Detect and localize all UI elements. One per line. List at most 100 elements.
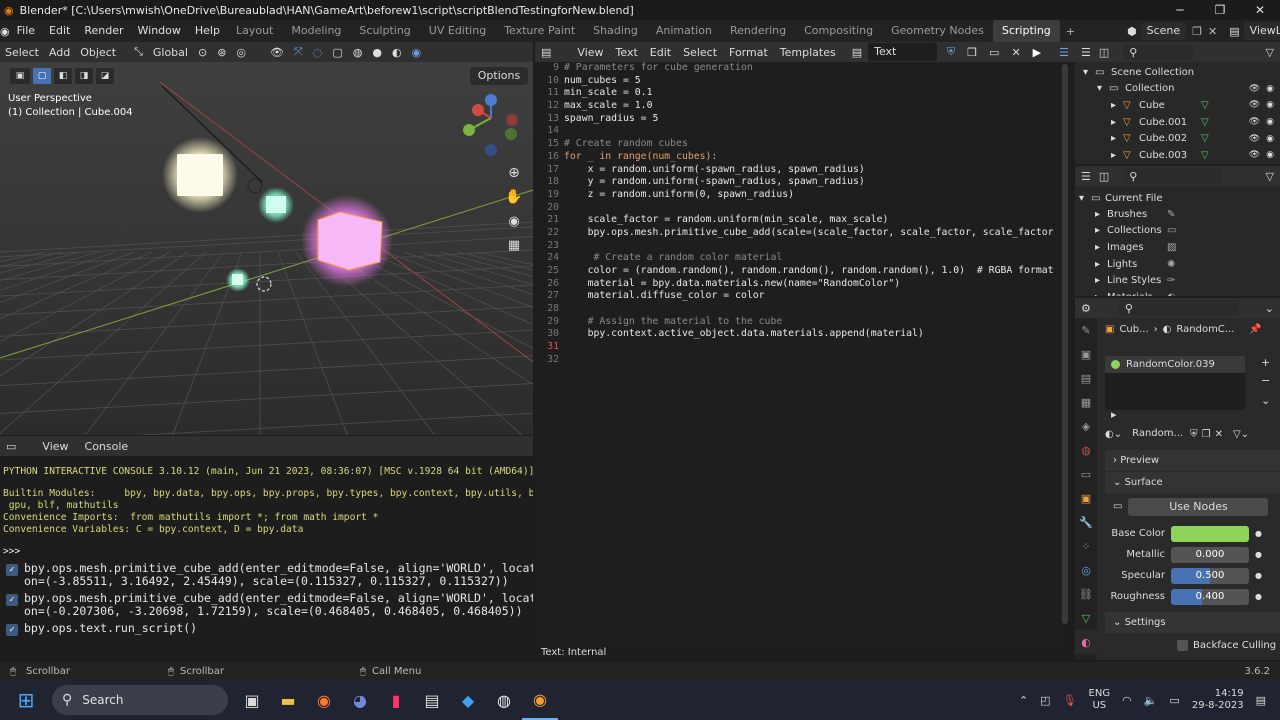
snap-icon[interactable]: ⊛	[212, 46, 231, 59]
chevron-up-icon[interactable]: ⌃	[1019, 694, 1028, 707]
code-line[interactable]: # Create random cubes	[564, 138, 1054, 151]
expand-arrow-icon[interactable]: ▾	[1079, 193, 1091, 204]
node-filter-icon[interactable]: ▽⌄	[1233, 429, 1249, 440]
code-line[interactable]: spawn_radius = 5	[564, 113, 1054, 126]
console-prompt[interactable]: >>>	[0, 546, 533, 558]
new-text-icon[interactable]: ❐	[961, 46, 983, 59]
code-line[interactable]	[564, 202, 1054, 215]
code-line[interactable]: material.diffuse_color = color	[564, 290, 1054, 303]
gizmo-toggle-icon[interactable]: ⤧	[289, 45, 308, 59]
taskbar-search-box[interactable]: ⚲ Search	[52, 685, 228, 715]
transform-orientation-dropdown[interactable]: Global	[148, 46, 193, 59]
tool-tab-icon[interactable]: ✎	[1075, 318, 1097, 342]
outliner-search-field[interactable]: ⚲	[1123, 44, 1194, 60]
console-view-menu[interactable]: View	[22, 440, 78, 453]
world-tab-icon[interactable]: ◍	[1075, 438, 1097, 462]
expand-arrow-icon[interactable]: ▸	[1095, 242, 1107, 253]
tab-sculpting[interactable]: Sculpting	[350, 20, 419, 42]
expand-arrow-icon[interactable]: ▾	[1083, 67, 1095, 78]
blendfile-search-field[interactable]: ⚲	[1123, 168, 1224, 184]
fake-user-shield-icon[interactable]: ⛨	[941, 45, 961, 59]
pin-icon[interactable]: 📌	[1249, 324, 1261, 335]
code-line[interactable]: bpy.ops.mesh.primitive_cube_add(scale=(s…	[564, 227, 1054, 240]
select-box-icon[interactable]: ▢	[33, 68, 51, 84]
mesh-data-icon[interactable]: ▽	[1201, 117, 1209, 128]
outliner-scene-collection[interactable]: ▾ ▭ Scene Collection	[1075, 64, 1280, 81]
collection-tab-icon[interactable]: ▭	[1075, 462, 1097, 486]
tab-geometry-nodes[interactable]: Geometry Nodes	[882, 20, 993, 42]
code-line[interactable]: min_scale = 0.1	[564, 87, 1054, 100]
code-line[interactable]	[564, 354, 1054, 367]
material-browse-icon[interactable]: ◐⌄	[1105, 429, 1122, 440]
pan-hand-icon[interactable]: ✋	[505, 188, 522, 205]
blendfile-item[interactable]: ▸ Brushes ✎	[1075, 206, 1280, 223]
tab-uv-editing[interactable]: UV Editing	[420, 20, 495, 42]
expand-arrow-icon[interactable]: ▸	[1095, 225, 1107, 236]
clock[interactable]: 14:19 29-8-2023	[1192, 688, 1244, 712]
render-camera-icon[interactable]: ◉	[1266, 117, 1274, 127]
code-line[interactable]: x = random.uniform(-spawn_radius, spawn_…	[564, 164, 1054, 177]
line-numbers-toggle-icon[interactable]: ☰	[1053, 46, 1075, 59]
display-mode-icon[interactable]: ◫	[1099, 46, 1109, 59]
text-format-menu[interactable]: Format	[723, 46, 774, 59]
github-icon[interactable]: ◍	[486, 680, 522, 720]
code-line[interactable]	[564, 240, 1054, 253]
material-slot-row[interactable]: RandomColor.039	[1105, 356, 1245, 373]
expand-arrow-icon[interactable]: ▸	[1095, 259, 1107, 270]
visibility-eye-icon[interactable]: 👁	[1249, 150, 1260, 160]
preview-panel-header[interactable]: › Preview	[1105, 450, 1280, 471]
particles-tab-icon[interactable]: ⁘	[1075, 534, 1097, 558]
windows-start-icon[interactable]: ⊞	[0, 680, 52, 720]
text-view-menu[interactable]: View	[571, 46, 609, 59]
minimize-button[interactable]: ─	[1160, 0, 1200, 20]
render-camera-icon[interactable]: ◉	[1266, 150, 1274, 160]
tab-shading[interactable]: Shading	[584, 20, 647, 42]
visibility-eye-icon[interactable]: 👁	[1249, 117, 1260, 127]
object-tab-icon[interactable]: ▣	[1075, 486, 1097, 510]
view-layer-tab-icon[interactable]: ▦	[1075, 390, 1097, 414]
add-menu[interactable]: Add	[44, 46, 75, 59]
blendfile-item[interactable]: ▸ Collections ▭	[1075, 223, 1280, 240]
material-name-field[interactable]: Random...	[1126, 426, 1187, 442]
expand-arrow-icon[interactable]: ▾	[1097, 83, 1109, 94]
camera-icon[interactable]: ◉	[508, 214, 519, 229]
scene-selector[interactable]: Scene	[1140, 22, 1187, 40]
base-color-swatch[interactable]	[1171, 525, 1249, 542]
code-line[interactable]: material = bpy.data.materials.new(name="…	[564, 278, 1054, 291]
render-camera-icon[interactable]: ◉	[1266, 134, 1274, 144]
3d-viewport[interactable]: ⊕ ✋ ◉ ▦ ▣ ▢ ◧ ◨ ◪ Options User Perspecti…	[0, 62, 533, 435]
maximize-button[interactable]: ❐	[1200, 0, 1240, 20]
proportional-edit-icon[interactable]: ◎	[231, 46, 251, 59]
tab-animation[interactable]: Animation	[647, 20, 721, 42]
menu-help[interactable]: Help	[188, 20, 227, 42]
code-line[interactable]: max_scale = 1.0	[564, 100, 1054, 113]
mesh-data-icon[interactable]: ▽	[1201, 100, 1209, 111]
code-area[interactable]: # Parameters for cube generation num_cube…	[564, 62, 1054, 367]
microphone-icon[interactable]: 🎙	[1063, 694, 1077, 707]
perspective-grid-icon[interactable]: ▦	[508, 238, 520, 253]
link-dot-icon[interactable]: ●	[1255, 592, 1262, 601]
blender-taskbar-icon[interactable]: ◉	[522, 680, 558, 720]
editor-type-icon[interactable]: ☰	[1081, 170, 1091, 183]
select-subtract-icon[interactable]: ◨	[75, 68, 93, 84]
xray-toggle-icon[interactable]: ▢	[327, 46, 347, 59]
firefox-icon[interactable]: ◉	[306, 680, 342, 720]
display-mode-icon[interactable]: ◫	[1099, 170, 1109, 183]
file-explorer-icon[interactable]: ▬	[270, 680, 306, 720]
unlink-text-icon[interactable]: ✕	[1005, 46, 1026, 59]
tab-texture-paint[interactable]: Texture Paint	[495, 20, 584, 42]
select-extend-icon[interactable]: ◧	[54, 68, 72, 84]
tab-compositing[interactable]: Compositing	[795, 20, 882, 42]
tab-modeling[interactable]: Modeling	[282, 20, 350, 42]
output-tab-icon[interactable]: ▤	[1075, 366, 1097, 390]
expand-arrow-icon[interactable]: ▸	[1095, 209, 1107, 220]
current-file-row[interactable]: ▾ ▭ Current File	[1075, 190, 1280, 206]
link-dot-icon[interactable]: ●	[1255, 550, 1262, 559]
blendfile-item[interactable]: ▸ Line Styles ✑	[1075, 272, 1280, 289]
metallic-slider[interactable]: 0.000	[1171, 546, 1249, 563]
discord-icon[interactable]: ◕	[342, 680, 378, 720]
select-menu[interactable]: Select	[0, 46, 44, 59]
outliner[interactable]: ☰ ◫ ⚲ ▽ ▾ ▭ Scene Collection ▾ ▭ Collection 👁 ◉…	[1075, 42, 1280, 164]
new-scene-icon[interactable]: ❐	[1192, 25, 1202, 38]
editor-type-icon[interactable]: ▤	[535, 46, 557, 59]
